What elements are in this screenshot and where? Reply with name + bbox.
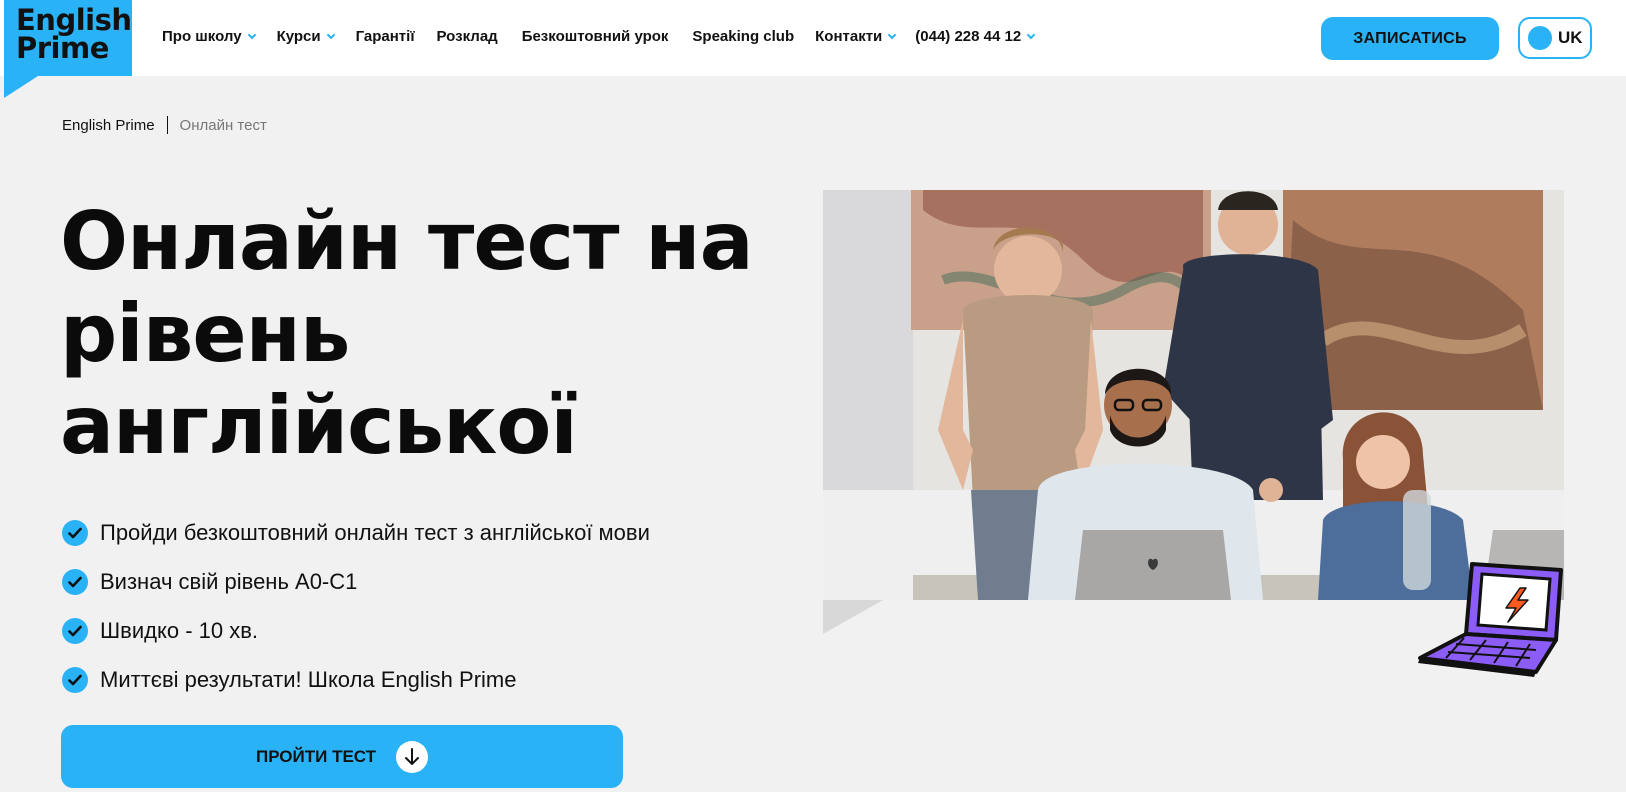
- nav-item-free-lesson[interactable]: Безкоштовний урок: [522, 28, 669, 45]
- page-title-line-1: Онлайн тест на: [60, 195, 754, 288]
- check-icon: [62, 666, 88, 693]
- feature-text: Визнач свій рівень А0-С1: [100, 568, 358, 594]
- chevron-down-icon: [326, 30, 335, 39]
- nav-item-label: Курси: [276, 28, 321, 45]
- nav-item-label: Розклад: [436, 28, 498, 45]
- nav-item-schedule[interactable]: Розклад: [437, 28, 498, 45]
- page-title-line-2: рівень: [60, 287, 350, 380]
- check-icon: [62, 617, 88, 644]
- nav-item-label: Контакти: [815, 28, 883, 45]
- nav-item-label: Про школу: [162, 28, 242, 45]
- feature-text: Пройди безкоштовний онлайн тест з англій…: [100, 519, 650, 545]
- logo-line-1: English: [16, 3, 132, 37]
- chevron-down-icon: [888, 30, 897, 39]
- nav-item-phone[interactable]: (044) 228 44 12: [915, 28, 1036, 45]
- language-flag-icon: [1528, 26, 1552, 50]
- laptop-lightning-icon: [1416, 560, 1566, 680]
- feature-item: Визнач свій рівень А0-С1: [62, 557, 650, 606]
- breadcrumb: English Prime Онлайн тест: [62, 116, 267, 134]
- logo-ribbon-tail: [4, 76, 38, 98]
- phone-number: (044) 228 44 12: [915, 28, 1022, 45]
- main-nav: Про школу Курси Гарантії Розклад Безкошт…: [162, 28, 1036, 45]
- nav-item-courses[interactable]: Курси: [276, 28, 335, 45]
- language-label: UK: [1558, 28, 1583, 47]
- chevron-down-icon: [247, 30, 256, 39]
- nav-item-label: Гарантії: [355, 28, 415, 45]
- chevron-down-icon: [1026, 30, 1036, 39]
- nav-item-speaking-club[interactable]: Speaking club: [692, 28, 794, 45]
- start-test-label: ПРОЙТИ ТЕСТ: [255, 746, 377, 766]
- feature-item: Миттєві результати! Школа English Prime: [62, 655, 650, 704]
- check-icon: [62, 519, 88, 546]
- feature-item: Швидко - 10 хв.: [62, 606, 650, 655]
- nav-item-about[interactable]: Про школу: [162, 28, 256, 45]
- hero-photo: [823, 190, 1564, 600]
- nav-item-label: Безкоштовний урок: [521, 28, 669, 45]
- breadcrumb-current: Онлайн тест: [179, 116, 267, 134]
- logo-line-2: Prime: [16, 31, 109, 65]
- arrow-down-icon: [396, 740, 429, 773]
- breadcrumb-home-link[interactable]: English Prime: [62, 117, 155, 134]
- breadcrumb-separator: [166, 116, 168, 134]
- feature-list: Пройди безкоштовний онлайн тест з англій…: [62, 508, 650, 704]
- check-icon: [62, 568, 88, 595]
- nav-item-guarantees[interactable]: Гарантії: [356, 28, 415, 45]
- site-header: English Prime Про школу Курси Гарантії Р…: [0, 0, 1626, 76]
- page-title-line-3: англійської: [60, 379, 578, 472]
- signup-button[interactable]: ЗАПИСАТИСЬ: [1321, 17, 1499, 60]
- feature-item: Пройди безкоштовний онлайн тест з англій…: [62, 508, 650, 557]
- nav-item-contacts[interactable]: Контакти: [815, 28, 897, 45]
- photo-ribbon-tail: [823, 600, 883, 634]
- nav-item-label: Speaking club: [692, 28, 795, 45]
- start-test-button[interactable]: ПРОЙТИ ТЕСТ: [61, 725, 623, 788]
- team-photo-illustration: [823, 190, 1564, 600]
- feature-text: Швидко - 10 хв.: [100, 617, 259, 643]
- language-switcher[interactable]: UK: [1518, 17, 1592, 59]
- feature-text: Миттєві результати! Школа English Prime: [100, 666, 517, 692]
- page-title: Онлайн тест на рівень англійської: [60, 196, 780, 472]
- logo[interactable]: English Prime: [4, 0, 132, 76]
